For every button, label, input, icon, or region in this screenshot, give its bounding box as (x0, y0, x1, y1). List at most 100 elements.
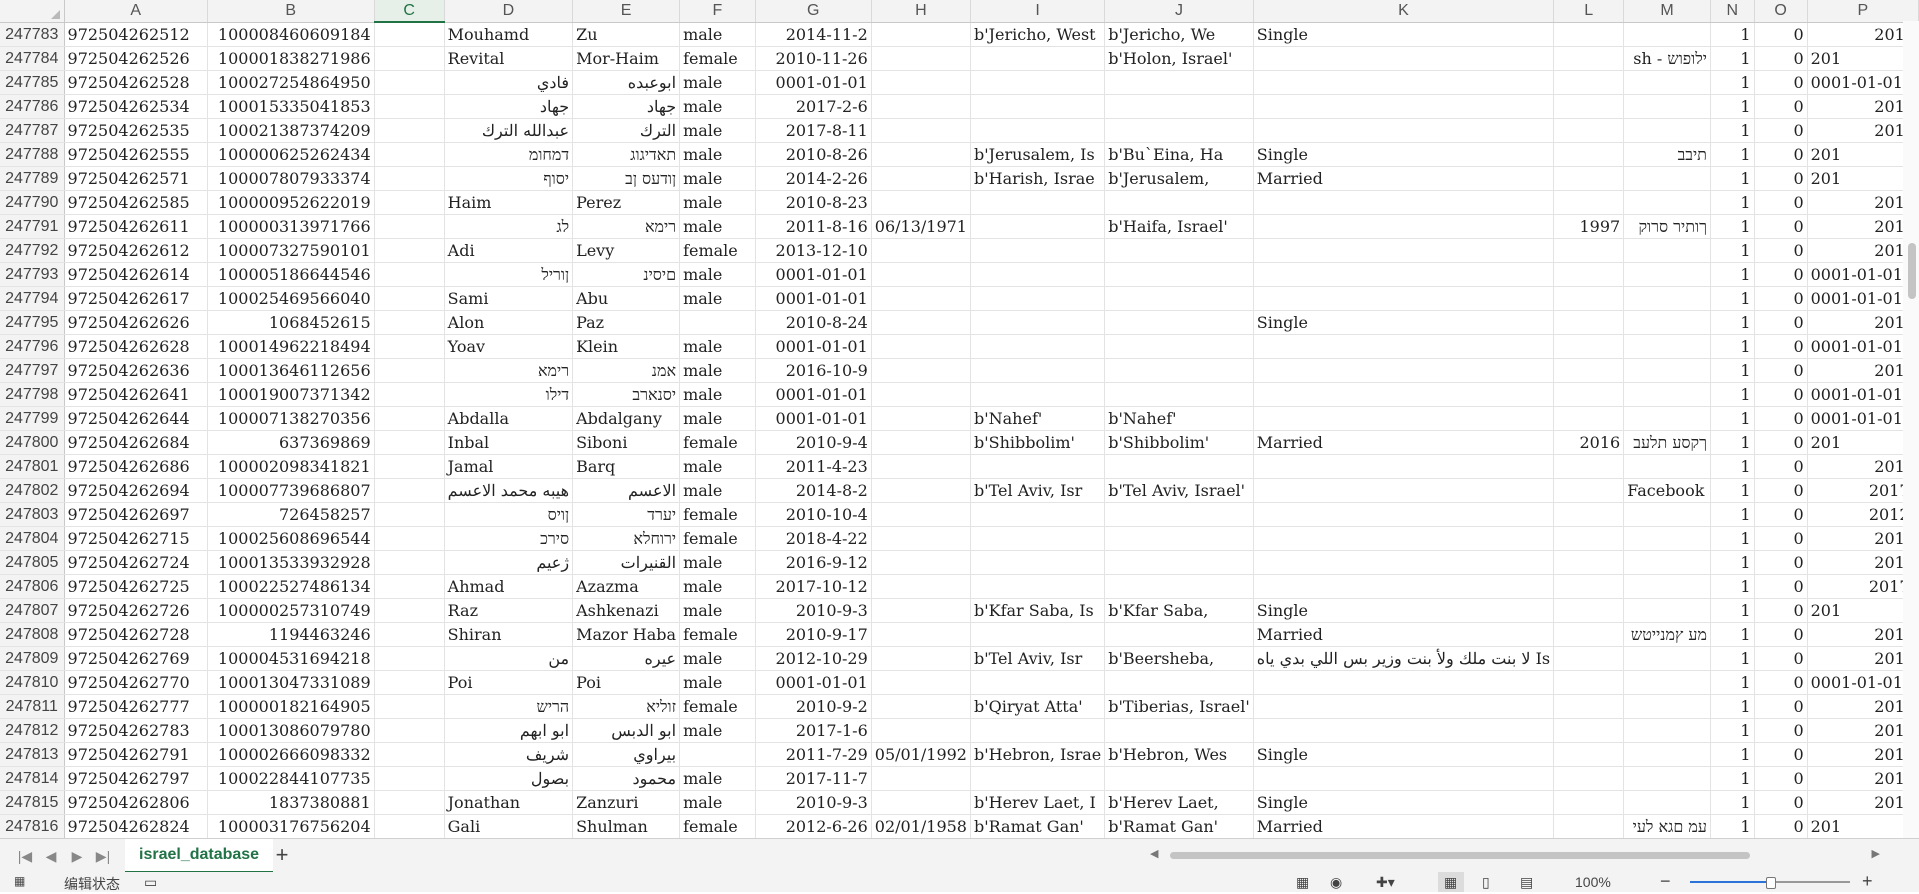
cell-f[interactable]: male (679, 286, 756, 311)
cell-d[interactable]: Haim (444, 190, 574, 215)
cell-l[interactable] (1553, 646, 1625, 671)
cell-n[interactable]: 1 (1710, 118, 1755, 143)
cell-j[interactable] (1104, 238, 1254, 263)
cell-g[interactable]: 2010-9-17 (755, 622, 872, 647)
cell-h[interactable] (871, 574, 971, 599)
cell-i[interactable]: b'Shibbolim' (970, 430, 1106, 455)
cell-b[interactable]: 100027254864950 (207, 70, 375, 95)
cell-f[interactable]: male (679, 766, 756, 791)
cell-d[interactable]: ابو ابهم (444, 718, 574, 743)
cell-a[interactable]: 972504262626 (64, 310, 208, 335)
cell-g[interactable]: 2010-8-26 (755, 142, 872, 167)
cell-l[interactable] (1553, 670, 1625, 695)
cell-e[interactable]: אמנ (572, 358, 681, 383)
cell-k[interactable]: Single (1253, 742, 1555, 767)
cell-l[interactable] (1553, 286, 1625, 311)
cell-n[interactable]: 1 (1710, 94, 1755, 119)
cell-m[interactable] (1623, 118, 1711, 143)
cell-c[interactable] (374, 718, 445, 743)
macro-record-icon[interactable]: ▦ (14, 874, 25, 888)
cell-f[interactable]: male (679, 70, 756, 95)
cell-e[interactable]: ןודעס ןב (572, 166, 681, 191)
cell-c[interactable] (374, 22, 445, 47)
cell-c[interactable] (374, 766, 445, 791)
row-header[interactable]: 247790 (0, 190, 65, 215)
cell-g[interactable]: 2013-12-10 (755, 238, 872, 263)
cell-e[interactable]: Shulman (572, 814, 681, 838)
cell-o[interactable]: 0 (1754, 310, 1808, 335)
cell-i[interactable] (970, 94, 1106, 119)
cell-k[interactable] (1253, 670, 1555, 695)
cell-b[interactable]: 100002098341821 (207, 454, 375, 479)
cell-o[interactable]: 0 (1754, 190, 1808, 215)
cell-e[interactable]: Mor-Haim (572, 46, 681, 71)
row-header[interactable]: 247813 (0, 742, 65, 767)
accessibility-icon[interactable]: ▭ (144, 874, 157, 891)
cell-f[interactable]: female (679, 238, 756, 263)
cell-b[interactable]: 100004531694218 (207, 646, 375, 671)
cell-l[interactable] (1553, 142, 1625, 167)
cell-i[interactable]: b'Harish, Israe (970, 166, 1106, 191)
row-header[interactable]: 247785 (0, 70, 65, 95)
cell-m[interactable] (1623, 790, 1711, 815)
row-header[interactable]: 247802 (0, 478, 65, 503)
cell-f[interactable]: male (679, 670, 756, 695)
cell-o[interactable]: 0 (1754, 214, 1808, 239)
cell-h[interactable] (871, 46, 971, 71)
cell-i[interactable]: b'Tel Aviv, Isr (970, 478, 1106, 503)
cell-h[interactable] (871, 478, 971, 503)
cell-g[interactable]: 0001-01-01 (755, 286, 872, 311)
cell-k[interactable] (1253, 526, 1555, 551)
cell-c[interactable] (374, 142, 445, 167)
cell-j[interactable]: b'Tel Aviv, Israel' (1104, 478, 1254, 503)
cell-g[interactable]: 2017-2-6 (755, 94, 872, 119)
cell-j[interactable]: b'Kfar Saba, (1104, 598, 1254, 623)
cell-h[interactable] (871, 502, 971, 527)
cell-c[interactable] (374, 598, 445, 623)
cell-e[interactable]: ابو الدبس (572, 718, 681, 743)
cell-j[interactable]: b'Ramat Gan' (1104, 814, 1254, 838)
cell-k[interactable]: Is لا بنت ملك ولأ بنت وزير بس اللي بدي ي… (1253, 646, 1555, 671)
cell-b[interactable]: 1068452615 (207, 310, 375, 335)
row-header[interactable]: 247794 (0, 286, 65, 311)
cell-l[interactable] (1553, 46, 1625, 71)
cell-m[interactable] (1623, 766, 1711, 791)
cell-l[interactable] (1553, 766, 1625, 791)
row-header[interactable]: 247815 (0, 790, 65, 815)
cell-o[interactable]: 0 (1754, 718, 1808, 743)
cell-n[interactable]: 1 (1710, 190, 1755, 215)
cell-o[interactable]: 0 (1754, 694, 1808, 719)
cell-i[interactable]: b'Ramat Gan' (970, 814, 1106, 838)
cell-m[interactable] (1623, 310, 1711, 335)
row-header[interactable]: 247793 (0, 262, 65, 287)
cell-d[interactable]: جهاد (444, 94, 574, 119)
cell-k[interactable] (1253, 94, 1555, 119)
cell-g[interactable]: 2016-9-12 (755, 550, 872, 575)
cell-d[interactable]: Ahmad (444, 574, 574, 599)
cell-i[interactable] (970, 670, 1106, 695)
cell-i[interactable] (970, 358, 1106, 383)
cell-n[interactable]: 1 (1710, 310, 1755, 335)
cell-c[interactable] (374, 694, 445, 719)
cell-g[interactable]: 2010-8-23 (755, 190, 872, 215)
cell-h[interactable] (871, 286, 971, 311)
cell-o[interactable]: 0 (1754, 46, 1808, 71)
cell-a[interactable]: 972504262612 (64, 238, 208, 263)
cell-e[interactable]: Levy (572, 238, 681, 263)
cell-n[interactable]: 1 (1710, 46, 1755, 71)
sheet-tab-israel-database[interactable]: israel_database (125, 839, 274, 874)
column-header-b[interactable]: B (207, 0, 375, 23)
cell-f[interactable]: male (679, 214, 756, 239)
cell-h[interactable] (871, 70, 971, 95)
cell-l[interactable]: 1997 (1553, 214, 1625, 239)
cell-m[interactable]: ךותיר סרוק (1623, 214, 1711, 239)
cell-g[interactable]: 0001-01-01 (755, 670, 872, 695)
cell-p[interactable]: 2017 (1807, 94, 1919, 119)
row-header[interactable]: 247814 (0, 766, 65, 791)
cell-l[interactable] (1553, 94, 1625, 119)
cell-n[interactable]: 1 (1710, 526, 1755, 551)
cell-n[interactable]: 1 (1710, 454, 1755, 479)
cell-d[interactable]: فادي (444, 70, 574, 95)
cell-e[interactable]: Zu (572, 22, 681, 47)
last-sheet-icon[interactable]: ▶| (92, 845, 114, 867)
